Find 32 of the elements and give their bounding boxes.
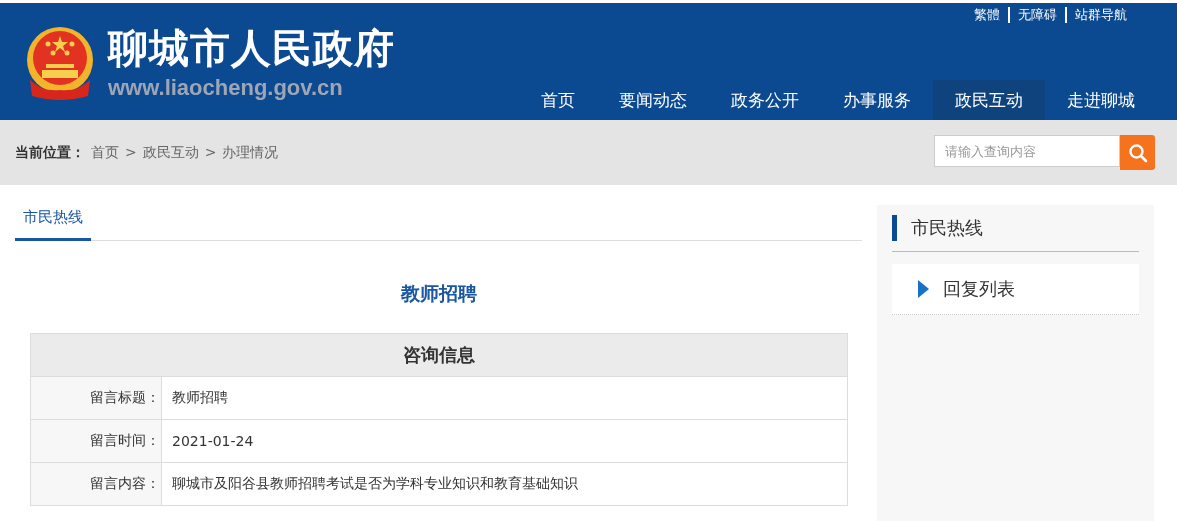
field-value: 教师招聘 (161, 376, 848, 420)
location-label: 当前位置： (15, 143, 85, 162)
field-label: 留言时间： (30, 419, 162, 463)
search-icon (1127, 142, 1148, 163)
field-label: 留言内容： (30, 462, 162, 506)
breadcrumb-separator: > (125, 143, 137, 162)
nav-item[interactable]: 要闻动态 (597, 80, 709, 120)
field-value: 聊城市及阳谷县教师招聘考试是否为学科专业知识和教育基础知识 (161, 462, 848, 506)
site-url: www.liaocheng.gov.cn (108, 74, 344, 101)
article-title: 教师招聘 (399, 281, 478, 306)
search-field[interactable]: 请输入查询内容 (934, 135, 1120, 167)
header-link[interactable]: 无障碍 (1008, 7, 1065, 23)
header-link[interactable]: 站群导航 (1065, 7, 1135, 23)
site-title: 聊城市人民政府 (108, 23, 395, 73)
breadcrumb-link[interactable]: 首页 (91, 143, 119, 162)
search-button[interactable] (1120, 135, 1155, 170)
sidebar-title: 市民热线 (892, 215, 1139, 241)
header-link[interactable]: 繁體 (966, 7, 1008, 23)
breadcrumb-link[interactable]: 办理情况 (222, 143, 279, 162)
nav-item[interactable]: 走进聊城 (1045, 80, 1157, 120)
nav-item[interactable]: 办事服务 (821, 80, 933, 120)
table-title: 咨询信息 (30, 333, 848, 377)
sidebar-item[interactable]: 回复列表 (892, 264, 1139, 315)
triangle-icon (918, 280, 929, 298)
breadcrumb-link[interactable]: 政民互动 (142, 143, 199, 162)
tab[interactable]: 市民热线 (15, 205, 91, 241)
nav-item[interactable]: 首页 (519, 80, 597, 120)
field-value: 2021-01-24 (161, 419, 848, 463)
breadcrumb-separator: > (204, 143, 217, 162)
nav-item[interactable]: 政务公开 (709, 80, 821, 120)
nav-item[interactable]: 政民互动 (933, 80, 1045, 120)
field-label: 留言标题： (30, 376, 162, 420)
